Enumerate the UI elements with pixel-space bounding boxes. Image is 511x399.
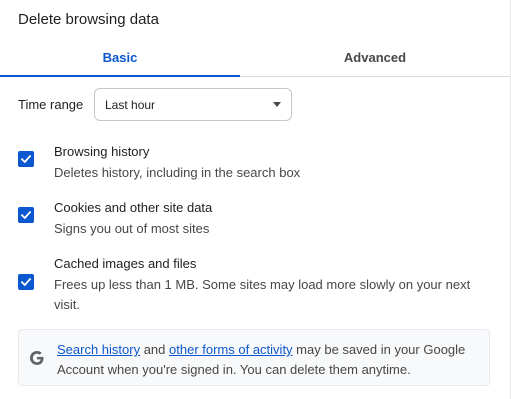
dialog-title: Delete browsing data	[18, 11, 159, 28]
time-range-select[interactable]: Last hour	[94, 88, 292, 121]
checkmark-icon	[20, 277, 32, 287]
cached-images-title: Cached images and files	[54, 256, 197, 271]
browsing-history-title: Browsing history	[54, 144, 150, 159]
google-g-icon	[30, 351, 44, 365]
cached-images-description: Frees up less than 1 MB. Some sites may …	[54, 277, 471, 312]
info-text: Search history and other forms of activi…	[57, 340, 477, 380]
cached-images-checkbox[interactable]	[18, 274, 34, 290]
google-account-info-box: Search history and other forms of activi…	[18, 329, 490, 386]
info-text-connector: and	[140, 342, 170, 357]
browsing-history-checkbox[interactable]	[18, 151, 34, 167]
checkmark-icon	[20, 154, 32, 164]
cookies-checkbox[interactable]	[18, 207, 34, 223]
time-range-value: Last hour	[105, 97, 156, 112]
checkmark-icon	[20, 210, 32, 220]
dropdown-arrow-icon	[273, 102, 281, 107]
search-history-link[interactable]: Search history	[57, 342, 140, 357]
other-activity-link[interactable]: other forms of activity	[169, 342, 293, 357]
tab-advanced[interactable]: Advanced	[240, 38, 510, 76]
time-range-label: Time range	[18, 97, 84, 112]
cookies-description: Signs you out of most sites	[54, 221, 210, 236]
browsing-history-description: Deletes history, including in the search…	[54, 165, 301, 180]
tab-basic[interactable]: Basic	[0, 38, 240, 77]
delete-browsing-data-dialog: Delete browsing data Basic Advanced Time…	[0, 0, 511, 399]
tab-bar: Basic Advanced	[0, 38, 510, 77]
cookies-title: Cookies and other site data	[54, 200, 213, 215]
